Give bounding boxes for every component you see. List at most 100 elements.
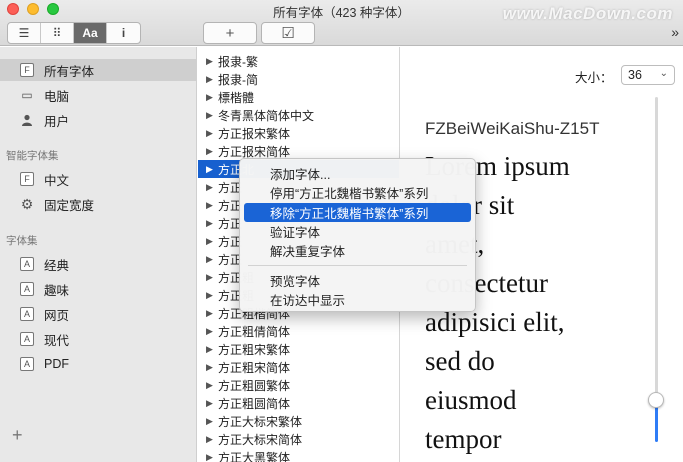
disclosure-triangle-icon[interactable]: ▶ [206, 218, 218, 229]
sidebar-item-label: 固定宽度 [44, 198, 95, 213]
font-family-row[interactable]: ▶ 方正报宋繁体 [198, 124, 399, 142]
font-family-label: 报隶-繁 [218, 54, 258, 69]
disclosure-triangle-icon[interactable]: ▶ [206, 434, 218, 445]
disclosure-triangle-icon[interactable]: ▶ [206, 110, 218, 121]
disclosure-triangle-icon[interactable]: ▶ [206, 416, 218, 427]
menu-item-show-in-finder[interactable]: 在访达中显示 [244, 290, 471, 309]
info-view-button[interactable]: i [107, 23, 140, 43]
sidebar-item-chinese[interactable]: F 中文 [0, 168, 197, 190]
preview-font-name: FZBeiWeiKaiShu-Z15T [425, 119, 600, 138]
menu-item-disable-family[interactable]: 停用“方正北魏楷书繁体”系列 [244, 183, 471, 202]
font-family-row[interactable]: ▶ 方正大标宋简体 [198, 430, 399, 448]
disclosure-triangle-icon[interactable]: ▶ [206, 272, 218, 283]
size-label: 大小： [575, 71, 613, 85]
sidebar-item-user[interactable]: 用户 [0, 109, 197, 131]
size-select[interactable]: 36 ⌄ [621, 65, 675, 85]
font-family-label: 报隶-简 [218, 72, 258, 87]
add-font-button[interactable]: + [203, 22, 257, 44]
font-family-row[interactable]: ▶ 方正粗圆简体 [198, 394, 399, 412]
collections-header: 字体集 [6, 235, 38, 247]
menu-item-add-fonts[interactable]: 添加字体... [244, 164, 471, 183]
disclosure-triangle-icon[interactable]: ▶ [206, 308, 218, 319]
sidebar-item-label: 经典 [44, 258, 70, 273]
sidebar-item-label: 电脑 [44, 89, 70, 104]
collection-icon: A [20, 357, 34, 371]
font-family-label: 方正报宋繁体 [218, 126, 291, 141]
sidebar-item-label: PDF [44, 357, 69, 371]
toolbar-overflow-button[interactable]: » [671, 24, 679, 40]
sidebar-item-label: 用户 [44, 114, 70, 129]
disclosure-triangle-icon[interactable]: ▶ [206, 326, 218, 337]
size-slider-fill [655, 402, 658, 442]
sample-line: sed do [425, 346, 495, 376]
sidebar: F 所有字体 ▭ 电脑 用户 智能字体集 F 中文 ⚙ 固定宽度 字体集 A 经… [0, 47, 197, 462]
font-family-row[interactable]: ▶ 標楷體 [198, 88, 399, 106]
view-mode-segmented-control: ☰ ⠿ Aa i [7, 22, 141, 44]
disclosure-triangle-icon[interactable]: ▶ [206, 200, 218, 211]
menu-item-remove-family[interactable]: 移除“方正北魏楷书繁体”系列 [244, 203, 471, 222]
computer-icon: ▭ [21, 88, 33, 102]
disclosure-triangle-icon[interactable]: ▶ [206, 344, 218, 355]
grid-view-icon[interactable]: ⠿ [41, 23, 74, 43]
font-family-row[interactable]: ▶ 方正粗宋简体 [198, 358, 399, 376]
smart-collection-icon: F [20, 172, 34, 186]
disclosure-triangle-icon[interactable]: ▶ [206, 254, 218, 265]
sidebar-item-all-fonts[interactable]: F 所有字体 [0, 59, 197, 81]
user-icon [20, 113, 34, 127]
disclosure-triangle-icon[interactable]: ▶ [206, 92, 218, 103]
disclosure-triangle-icon[interactable]: ▶ [206, 56, 218, 67]
disclosure-triangle-icon[interactable]: ▶ [206, 398, 218, 409]
font-family-label: 方正粗倩简体 [218, 324, 291, 339]
context-menu: 添加字体... 停用“方正北魏楷书繁体”系列 移除“方正北魏楷书繁体”系列 验证… [239, 158, 476, 312]
sidebar-item-web[interactable]: A 网页 [0, 303, 197, 325]
sidebar-item-fun[interactable]: A 趣味 [0, 278, 197, 300]
disclosure-triangle-icon[interactable]: ▶ [206, 380, 218, 391]
menu-item-validate-font[interactable]: 验证字体 [244, 222, 471, 241]
sidebar-item-fixed-width[interactable]: ⚙ 固定宽度 [0, 193, 197, 215]
titlebar: 所有字体（423 种字体） www.MacDown.com ☰ ⠿ Aa i +… [0, 0, 683, 46]
disclosure-triangle-icon[interactable]: ▶ [206, 236, 218, 247]
font-family-row[interactable]: ▶ 方正粗倩简体 [198, 322, 399, 340]
font-family-row[interactable]: ▶ 方正大黑繁体 [198, 448, 399, 462]
sample-view-button[interactable]: Aa [74, 23, 107, 43]
sidebar-item-modern[interactable]: A 现代 [0, 328, 197, 350]
font-library-icon: F [20, 63, 34, 77]
disclosure-triangle-icon[interactable]: ▶ [206, 164, 218, 175]
disclosure-triangle-icon[interactable]: ▶ [206, 290, 218, 301]
sidebar-item-label: 网页 [44, 308, 70, 323]
sidebar-item-label: 中文 [44, 173, 70, 188]
sample-line: eiusmod [425, 385, 517, 415]
list-view-icon[interactable]: ☰ [8, 23, 41, 43]
disclosure-triangle-icon[interactable]: ▶ [206, 452, 218, 462]
font-family-row[interactable]: ▶ 方正大标宋繁体 [198, 412, 399, 430]
size-slider-knob[interactable] [648, 392, 664, 408]
sidebar-item-pdf[interactable]: A PDF [0, 353, 197, 375]
collection-icon: A [20, 257, 34, 271]
add-collection-button[interactable]: + [12, 425, 23, 446]
menu-item-preview-font[interactable]: 预览字体 [244, 271, 471, 290]
font-family-row[interactable]: ▶ 冬青黑体简体中文 [198, 106, 399, 124]
font-family-label: 方正粗圆简体 [218, 396, 291, 411]
font-family-row[interactable]: ▶ 报隶-繁 [198, 52, 399, 70]
size-slider-track[interactable] [655, 97, 658, 437]
sidebar-item-label: 趣味 [44, 283, 70, 298]
font-family-label: 方正粗宋繁体 [218, 342, 291, 357]
menu-separator [248, 265, 467, 266]
disclosure-triangle-icon[interactable]: ▶ [206, 146, 218, 157]
smart-collections-header: 智能字体集 [6, 150, 59, 162]
disclosure-triangle-icon[interactable]: ▶ [206, 74, 218, 85]
font-family-row[interactable]: ▶ 报隶-简 [198, 70, 399, 88]
disclosure-triangle-icon[interactable]: ▶ [206, 182, 218, 193]
font-family-label: 方正大标宋繁体 [218, 414, 303, 429]
disclosure-triangle-icon[interactable]: ▶ [206, 362, 218, 373]
font-family-row[interactable]: ▶ 方正粗圆繁体 [198, 376, 399, 394]
sidebar-item-classic[interactable]: A 经典 [0, 253, 197, 275]
validate-font-button[interactable]: ☑ [261, 22, 315, 44]
font-family-label: 方正大黑繁体 [218, 450, 291, 462]
disclosure-triangle-icon[interactable]: ▶ [206, 128, 218, 139]
font-family-row[interactable]: ▶ 方正粗宋繁体 [198, 340, 399, 358]
sidebar-item-computer[interactable]: ▭ 电脑 [0, 84, 197, 106]
sidebar-item-label: 现代 [44, 333, 70, 348]
sidebar-item-label: 所有字体 [44, 64, 95, 79]
menu-item-resolve-duplicates[interactable]: 解决重复字体 [244, 241, 471, 260]
